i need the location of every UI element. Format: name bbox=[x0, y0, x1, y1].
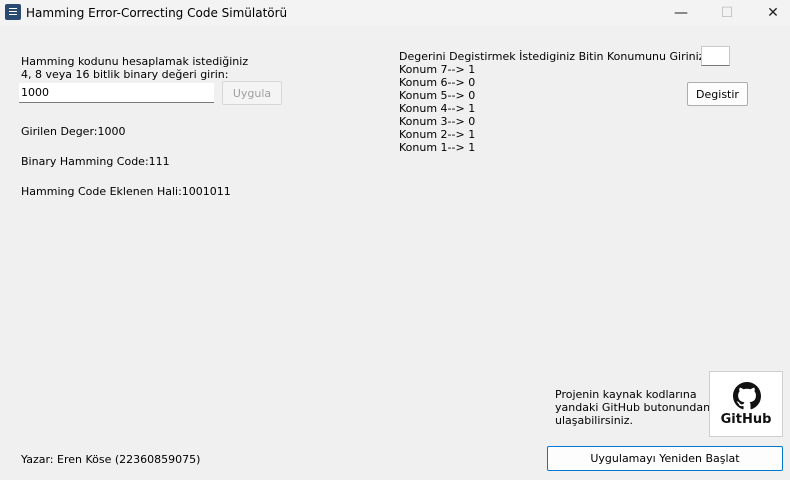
restart-app-button[interactable]: Uygulamayı Yeniden Başlat bbox=[547, 446, 783, 471]
position-row-3: Konum 3--> 0 bbox=[399, 115, 476, 128]
bit-position-input[interactable] bbox=[701, 46, 730, 66]
source-info-line3: ulaşabilirsiniz. bbox=[555, 414, 633, 427]
binary-value-input[interactable]: 1000 bbox=[19, 83, 214, 103]
title-bar[interactable]: Hamming Error-Correcting Code Simülatörü… bbox=[0, 0, 790, 26]
github-button[interactable]: GitHub bbox=[709, 371, 783, 437]
source-info-line1: Projenin kaynak kodlarına bbox=[555, 388, 697, 401]
minimize-button[interactable]: — bbox=[658, 0, 704, 26]
github-icon bbox=[733, 382, 761, 410]
position-row-7: Konum 7--> 1 bbox=[399, 63, 476, 76]
position-row-4: Konum 4--> 1 bbox=[399, 102, 476, 115]
position-row-2: Konum 2--> 1 bbox=[399, 128, 476, 141]
maximize-button[interactable]: ☐ bbox=[704, 0, 750, 26]
position-row-5: Konum 5--> 0 bbox=[399, 89, 476, 102]
app-window: Hamming Error-Correcting Code Simülatörü… bbox=[0, 0, 790, 480]
input-prompt-line2: 4, 8 veya 16 bitlik binary değeri girin: bbox=[21, 68, 229, 81]
github-label: GitHub bbox=[720, 412, 772, 427]
position-row-1: Konum 1--> 1 bbox=[399, 141, 476, 154]
position-row-6: Konum 6--> 0 bbox=[399, 76, 476, 89]
change-bit-button[interactable]: Degistir bbox=[687, 82, 748, 106]
close-button[interactable]: ✕ bbox=[750, 0, 790, 26]
bit-change-prompt: Degerini Degistirmek İstediginiz Bitin K… bbox=[399, 50, 709, 63]
entered-value-label: Girilen Deger:1000 bbox=[21, 125, 126, 138]
author-label: Yazar: Eren Köse (22360859075) bbox=[21, 453, 201, 466]
source-info-line2: yandaki GitHub butonundan --> bbox=[555, 401, 731, 414]
input-prompt-line1: Hamming kodunu hesaplamak istediğiniz bbox=[21, 55, 249, 68]
binary-hamming-label: Binary Hamming Code:111 bbox=[21, 155, 170, 168]
app-icon bbox=[5, 4, 21, 20]
window-title: Hamming Error-Correcting Code Simülatörü bbox=[26, 6, 288, 20]
hamming-added-label: Hamming Code Eklenen Hali:1001011 bbox=[21, 185, 231, 198]
apply-button[interactable]: Uygula bbox=[222, 81, 282, 105]
